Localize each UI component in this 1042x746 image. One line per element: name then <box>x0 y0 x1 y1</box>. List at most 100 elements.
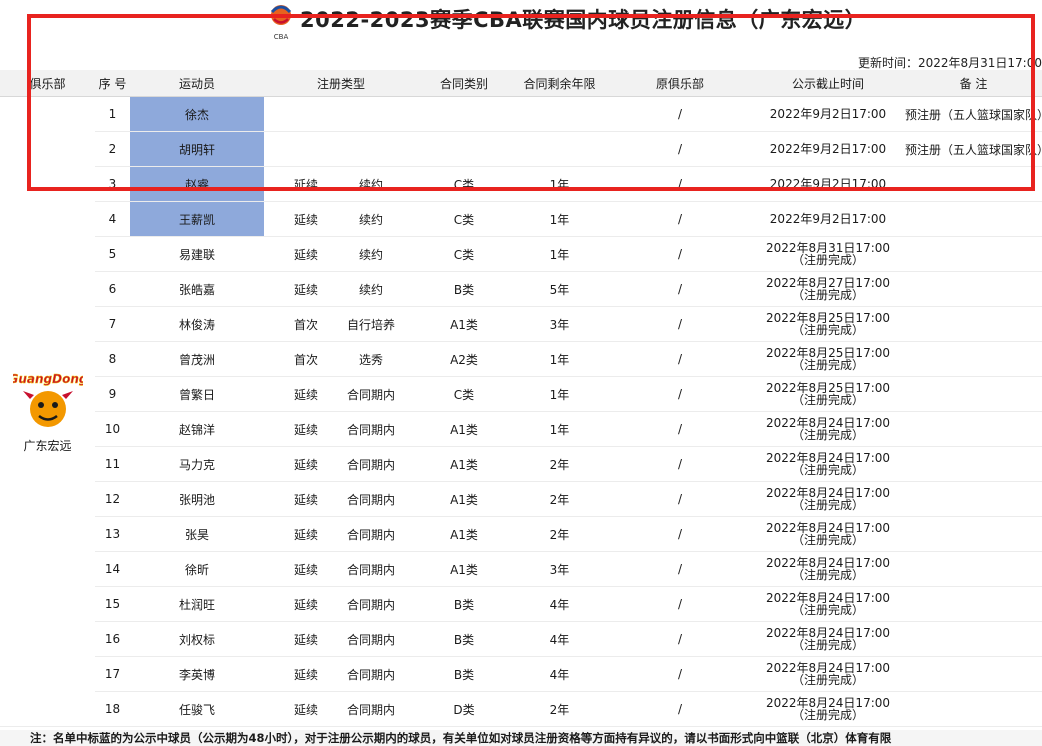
row-note <box>905 376 1042 412</box>
table-row: 15 杜润旺 延续 合同期内 B类 4年/2022年8月24日17:00 （注册完成） <box>0 586 1042 622</box>
reg-type-main: 延续 <box>293 457 318 472</box>
reg-type-sub: 续约 <box>358 212 383 227</box>
remaining-years: 1年 <box>510 201 609 237</box>
cba-logo-icon: CBA <box>270 5 292 41</box>
table-row: 11 马力克 延续 合同期内 A1类 2年/2022年8月24日17:00 （注册完成） <box>0 446 1042 482</box>
table-row: 9 曾繁日 延续 合同期内 C类 1年/2022年8月25日17:00 （注册完成） <box>0 376 1042 412</box>
cutoff-time: 2022年8月24日17:00 （注册完成） <box>751 656 905 692</box>
cutoff-time: 2022年8月24日17:00 （注册完成） <box>751 621 905 657</box>
table-row: 17 李英博 延续 合同期内 B类 4年/2022年8月24日17:00 （注册完成） <box>0 656 1042 692</box>
reg-type-sub: 合同期内 <box>346 457 395 472</box>
athlete-name: 徐杰 <box>130 96 264 132</box>
row-number: 12 <box>95 481 130 517</box>
reg-type-sub: 合同期内 <box>346 702 395 717</box>
remaining-years: 3年 <box>510 306 609 342</box>
registration-type: 延续 合同期内 <box>264 411 418 447</box>
athlete-name: 林俊涛 <box>130 306 264 342</box>
remaining-years: 4年 <box>510 586 609 622</box>
club-name: 广东宏远 <box>23 439 72 453</box>
col-header-no: 序 号 <box>95 70 130 97</box>
row-note <box>905 481 1042 517</box>
remaining-years: 3年 <box>510 551 609 587</box>
reg-type-main: 延续 <box>293 177 318 192</box>
cutoff-time: 2022年8月27日17:00 （注册完成） <box>751 271 905 307</box>
registration-type: 延续 续约 <box>264 271 418 307</box>
contract-category: A2类 <box>418 341 510 377</box>
athlete-name: 徐昕 <box>130 551 264 587</box>
row-number: 9 <box>95 376 130 412</box>
reg-type-main: 延续 <box>293 702 318 717</box>
contract-category: B类 <box>418 271 510 307</box>
remaining-years: 2年 <box>510 446 609 482</box>
row-number: 11 <box>95 446 130 482</box>
registration-type: 首次 自行培养 <box>264 306 418 342</box>
reg-type-sub: 合同期内 <box>346 597 395 612</box>
cutoff-time: 2022年8月24日17:00 （注册完成） <box>751 481 905 517</box>
reg-type-main: 延续 <box>293 387 318 402</box>
col-header-club: 俱乐部 <box>0 70 95 97</box>
cba-logo-text: CBA <box>274 33 289 41</box>
cutoff-date: 2022年9月2日17:00 <box>769 212 887 226</box>
row-note <box>905 516 1042 552</box>
table-row: 4 王薪凯 延续 续约 C类 1年/ 2022年9月2日17:00 <box>0 201 1042 237</box>
cutoff-date: 2022年9月2日17:00 <box>769 107 887 121</box>
row-number: 3 <box>95 166 130 202</box>
cutoff-status: （注册完成） <box>791 288 864 302</box>
row-number: 17 <box>95 656 130 692</box>
cutoff-status: （注册完成） <box>791 498 864 512</box>
row-number: 14 <box>95 551 130 587</box>
previous-club: / <box>609 691 751 727</box>
cutoff-date: 2022年9月2日17:00 <box>769 177 887 191</box>
athlete-name: 王薪凯 <box>130 201 264 237</box>
row-number: 13 <box>95 516 130 552</box>
reg-type-main: 延续 <box>293 212 318 227</box>
remaining-years: 1年 <box>510 236 609 272</box>
contract-category: C类 <box>418 236 510 272</box>
registration-type: 延续 合同期内 <box>264 376 418 412</box>
contract-category: A1类 <box>418 411 510 447</box>
cutoff-date: 2022年9月2日17:00 <box>769 142 887 156</box>
previous-club: / <box>609 656 751 692</box>
table-row: 7 林俊涛 首次 自行培养 A1类 3年/2022年8月25日17:00 （注册完成） <box>0 306 1042 342</box>
row-number: 7 <box>95 306 130 342</box>
row-note <box>905 621 1042 657</box>
reg-type-sub: 续约 <box>358 282 383 297</box>
remaining-years: 1年 <box>510 376 609 412</box>
registration-type: 延续 合同期内 <box>264 516 418 552</box>
previous-club: / <box>609 166 751 202</box>
cutoff-status: （注册完成） <box>791 463 864 477</box>
remaining-years: 2年 <box>510 691 609 727</box>
roster-table: 俱乐部 序 号 运动员 注册类型 合同类别 合同剩余年限 原俱乐部 公示截止时间… <box>0 70 1042 727</box>
remaining-years <box>510 131 609 167</box>
previous-club: / <box>609 551 751 587</box>
table-row: GuangDong 广东宏远 1徐杰 / 2022年9月2日17:00 预注册（五人篮球国… <box>0 96 1042 727</box>
reg-type-sub: 合同期内 <box>346 492 395 507</box>
guangdong-team-logo-icon: GuangDong <box>13 372 83 427</box>
club-cell: GuangDong 广东宏远 <box>0 96 95 727</box>
cutoff-status: （注册完成） <box>791 253 864 267</box>
team-logo-text: GuangDong <box>13 372 83 386</box>
reg-type-main: 延续 <box>293 562 318 577</box>
reg-type-main: 延续 <box>293 492 318 507</box>
registration-type <box>264 96 418 132</box>
reg-type-main: 延续 <box>293 632 318 647</box>
cutoff-time: 2022年8月24日17:00 （注册完成） <box>751 516 905 552</box>
reg-type-sub: 合同期内 <box>346 667 395 682</box>
cutoff-time: 2022年8月24日17:00 （注册完成） <box>751 446 905 482</box>
registration-type: 延续 合同期内 <box>264 656 418 692</box>
registration-type <box>264 131 418 167</box>
reg-type-main: 延续 <box>293 667 318 682</box>
cutoff-time: 2022年9月2日17:00 <box>751 96 905 132</box>
athlete-name: 曾茂洲 <box>130 341 264 377</box>
col-header-athlete: 运动员 <box>130 70 264 97</box>
cutoff-status: （注册完成） <box>791 323 864 337</box>
col-header-prev-club: 原俱乐部 <box>609 70 751 97</box>
reg-type-sub: 续约 <box>358 247 383 262</box>
row-note <box>905 656 1042 692</box>
row-note <box>905 691 1042 727</box>
table-row: 14 徐昕 延续 合同期内 A1类 3年/2022年8月24日17:00 （注册完成） <box>0 551 1042 587</box>
previous-club: / <box>609 236 751 272</box>
contract-category: B类 <box>418 656 510 692</box>
reg-type-sub: 自行培养 <box>346 317 395 332</box>
remaining-years: 4年 <box>510 621 609 657</box>
